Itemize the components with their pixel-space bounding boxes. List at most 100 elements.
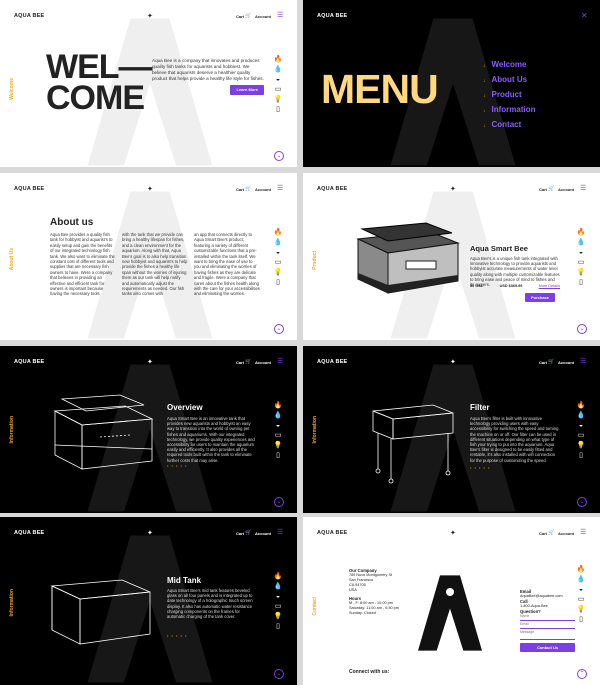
scroll-up-icon[interactable]: ⌃ (577, 669, 587, 679)
cart-link[interactable]: Cart (236, 531, 244, 536)
more-details-link[interactable]: More Details (539, 284, 560, 288)
box-icon[interactable]: ▭ (272, 85, 284, 95)
scroll-down-icon[interactable]: ⌄ (274, 669, 284, 679)
flame-icon[interactable]: 🔥 (575, 228, 587, 238)
brand-logo[interactable]: AQUA BEE (14, 13, 44, 19)
box-icon[interactable]: ▭ (575, 595, 587, 605)
account-link[interactable]: Account (255, 187, 271, 192)
cart-link[interactable]: Cart (539, 360, 547, 365)
bottle-icon[interactable]: ▯ (575, 278, 587, 288)
carousel-dots[interactable]: • • • • • (167, 633, 187, 638)
cart-link[interactable]: Cart (539, 187, 547, 192)
bulb-icon[interactable]: 💡 (575, 268, 587, 278)
flame-icon[interactable]: 🔥 (272, 401, 284, 411)
scroll-down-icon[interactable]: ⌄ (274, 151, 284, 161)
account-link[interactable]: Account (558, 187, 574, 192)
box-icon[interactable]: ▭ (272, 602, 284, 612)
bulb-icon[interactable]: 💡 (272, 95, 284, 105)
bowl-icon[interactable]: ◒ (272, 75, 284, 85)
cart-icon[interactable]: 🛒 (245, 530, 251, 536)
flame-icon[interactable]: 🔥 (575, 565, 587, 575)
flame-icon[interactable]: 🔥 (272, 572, 284, 582)
bulb-icon[interactable]: 💡 (272, 441, 284, 451)
account-link[interactable]: Account (558, 360, 574, 365)
message-field[interactable]: Message (520, 630, 575, 640)
cart-link[interactable]: Cart (539, 531, 547, 536)
brand-logo[interactable]: AQUA BEE (14, 530, 44, 536)
cart-icon[interactable]: 🛒 (548, 530, 554, 536)
scroll-down-icon[interactable]: ⌄ (274, 324, 284, 334)
hamburger-menu-icon[interactable]: ☰ (277, 358, 283, 365)
brand-logo[interactable]: AQUA BEE (317, 13, 347, 19)
cart-icon[interactable]: 🛒 (245, 13, 251, 19)
menu-item-welcome[interactable]: ↓ Welcome (483, 58, 536, 73)
drop-icon[interactable]: 💧 (575, 238, 587, 248)
hamburger-menu-icon[interactable]: ☰ (580, 358, 586, 365)
bulb-icon[interactable]: 💡 (272, 612, 284, 622)
brand-logo[interactable]: AQUA BEE (317, 186, 347, 192)
cart-icon[interactable]: 🛒 (548, 359, 554, 365)
flame-icon[interactable]: 🔥 (575, 401, 587, 411)
bowl-icon[interactable]: ◒ (575, 421, 587, 431)
bulb-icon[interactable]: 💡 (272, 268, 284, 278)
drop-icon[interactable]: 💧 (272, 582, 284, 592)
drop-icon[interactable]: 💧 (272, 65, 284, 75)
purchase-button[interactable]: Purchase (525, 293, 556, 302)
bowl-icon[interactable]: ◒ (272, 248, 284, 258)
flame-icon[interactable]: 🔥 (272, 55, 284, 65)
cart-icon[interactable]: 🛒 (548, 186, 554, 192)
drop-icon[interactable]: 💧 (575, 411, 587, 421)
scroll-down-icon[interactable]: ⌄ (274, 497, 284, 507)
flame-icon[interactable]: 🔥 (272, 228, 284, 238)
account-link[interactable]: Account (558, 531, 574, 536)
bottle-icon[interactable]: ▯ (575, 615, 587, 625)
learn-more-button[interactable]: Learn More (230, 85, 264, 95)
cart-link[interactable]: Cart (236, 187, 244, 192)
box-icon[interactable]: ▭ (575, 258, 587, 268)
bulb-icon[interactable]: 💡 (575, 605, 587, 615)
bowl-icon[interactable]: ◒ (575, 585, 587, 595)
menu-item-about[interactable]: ↓ About Us (483, 73, 536, 88)
bottle-icon[interactable]: ▯ (272, 622, 284, 632)
account-link[interactable]: Account (255, 360, 271, 365)
menu-item-product[interactable]: ↓ Product (483, 88, 536, 103)
account-link[interactable]: Account (255, 14, 271, 19)
drop-icon[interactable]: 💧 (272, 411, 284, 421)
hamburger-menu-icon[interactable]: ☰ (580, 529, 586, 536)
cart-icon[interactable]: 🛒 (245, 359, 251, 365)
brand-logo[interactable]: AQUA BEE (317, 530, 347, 536)
scroll-down-icon[interactable]: ⌄ (577, 497, 587, 507)
bowl-icon[interactable]: ◒ (272, 421, 284, 431)
name-field[interactable]: Name (520, 614, 575, 621)
cart-icon[interactable]: 🛒 (245, 186, 251, 192)
bottle-icon[interactable]: ▯ (272, 451, 284, 461)
box-icon[interactable]: ▭ (575, 431, 587, 441)
account-link[interactable]: Account (255, 531, 271, 536)
box-icon[interactable]: ▭ (272, 258, 284, 268)
box-icon[interactable]: ▭ (272, 431, 284, 441)
bowl-icon[interactable]: ◒ (575, 248, 587, 258)
email-field[interactable]: Email (520, 622, 575, 629)
cart-link[interactable]: Cart (236, 360, 244, 365)
brand-logo[interactable]: AQUA BEE (14, 186, 44, 192)
bottle-icon[interactable]: ▯ (272, 105, 284, 115)
bowl-icon[interactable]: ◒ (272, 592, 284, 602)
bottle-icon[interactable]: ▯ (575, 451, 587, 461)
hamburger-menu-icon[interactable]: ☰ (580, 185, 586, 192)
scroll-down-icon[interactable]: ⌄ (577, 324, 587, 334)
contact-us-button[interactable]: Contact Us (520, 643, 575, 652)
brand-logo[interactable]: AQUA BEE (14, 359, 44, 365)
carousel-dots[interactable]: • • • • • (167, 463, 187, 468)
bulb-icon[interactable]: 💡 (575, 441, 587, 451)
hamburger-menu-icon[interactable]: ☰ (277, 12, 283, 19)
menu-item-contact[interactable]: ↓ Contact (483, 118, 536, 133)
close-icon[interactable]: ✕ (581, 11, 588, 20)
hamburger-menu-icon[interactable]: ☰ (277, 185, 283, 192)
hamburger-menu-icon[interactable]: ☰ (277, 529, 283, 536)
cart-link[interactable]: Cart (236, 14, 244, 19)
drop-icon[interactable]: 💧 (575, 575, 587, 585)
bottle-icon[interactable]: ▯ (272, 278, 284, 288)
drop-icon[interactable]: 💧 (272, 238, 284, 248)
menu-item-information[interactable]: ↓ Information (483, 103, 536, 118)
carousel-dots[interactable]: • • • • • (470, 465, 490, 470)
